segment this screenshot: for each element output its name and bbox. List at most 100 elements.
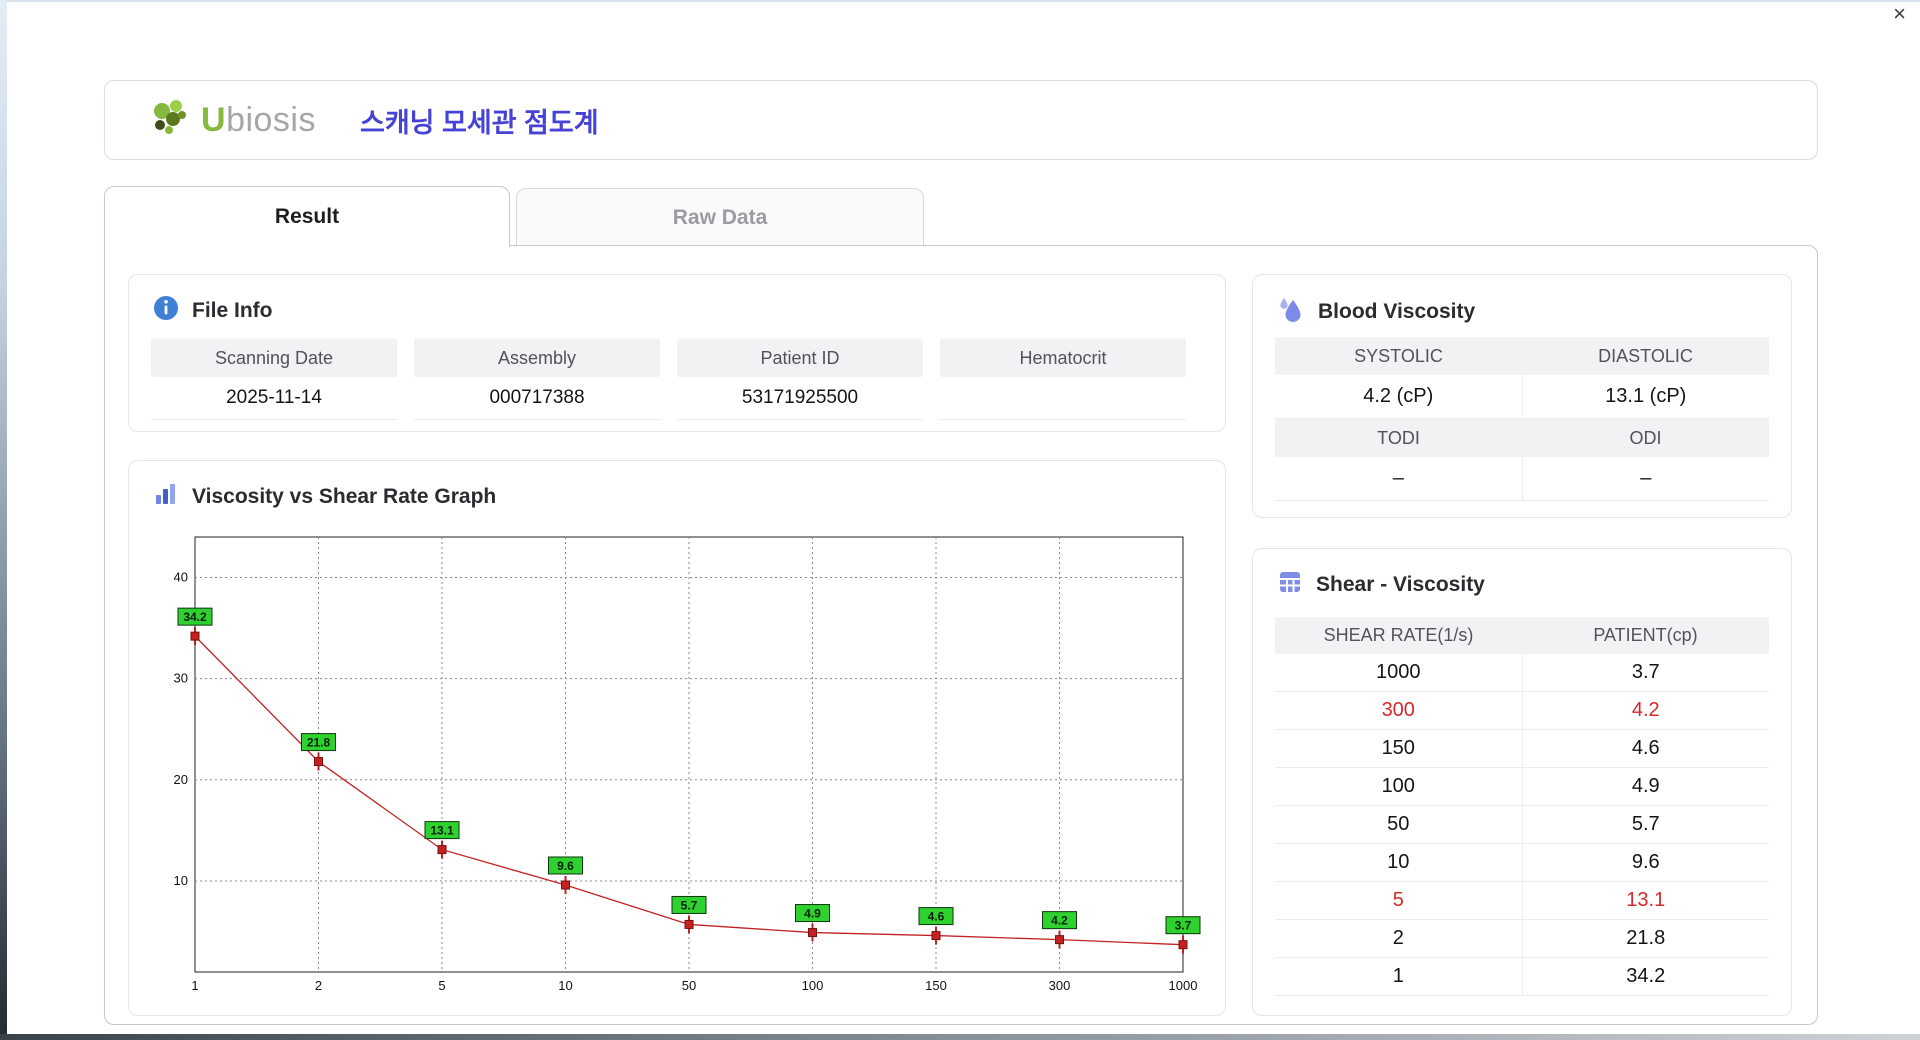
window-top-border [0, 0, 1920, 2]
svg-text:5: 5 [438, 978, 445, 993]
svg-text:300: 300 [1049, 978, 1071, 993]
viscosity-chart: 10 20 30 40 1 2 5 10 50 100 150 300 1000 34.2 21.8 13.1… [162, 517, 1212, 995]
table-row: 150 4.6 [1275, 730, 1769, 768]
svg-text:10: 10 [174, 873, 188, 888]
patient-value: 5.7 [1521, 806, 1770, 843]
logo-letters-biosis: biosis [226, 100, 316, 139]
shear-table: SHEAR RATE(1/s) PATIENT(cp) 1000 3.7 300 4.… [1275, 617, 1769, 996]
file-info-header: File Info [129, 275, 1225, 327]
svg-text:30: 30 [174, 671, 188, 686]
desktop-edge-left [0, 0, 7, 1040]
field-value: 2025-11-14 [151, 377, 397, 420]
file-info-field: Scanning Date 2025-11-14 [151, 339, 397, 420]
logo-letter-u: U [201, 100, 227, 139]
table-row: 2 21.8 [1275, 920, 1769, 958]
shear-viscosity-panel: Shear - Viscosity SHEAR RATE(1/s) PATIEN… [1252, 548, 1792, 1016]
ubiosis-logo-icon [149, 97, 195, 144]
svg-text:9.6: 9.6 [557, 859, 574, 873]
svg-text:40: 40 [174, 569, 188, 584]
shear-table-header: SHEAR RATE(1/s) PATIENT(cp) [1275, 617, 1769, 654]
table-row: 300 4.2 [1275, 692, 1769, 730]
blood-viscosity-header: Blood Viscosity [1253, 275, 1791, 329]
field-value: 53171925500 [677, 377, 923, 420]
file-info-panel: File Info Scanning Date 2025-11-14 Assembl… [128, 274, 1226, 432]
svg-text:13.1: 13.1 [430, 824, 454, 838]
shear-rate-value: 1 [1392, 965, 1404, 987]
svg-text:100: 100 [802, 978, 824, 993]
svg-text:34.2: 34.2 [183, 610, 207, 624]
patient-column-header: PATIENT(cp) [1593, 625, 1698, 645]
bv-label: DIASTOLIC [1522, 337, 1769, 375]
tab-result[interactable]: Result [104, 186, 510, 247]
tab-raw-data[interactable]: Raw Data [516, 188, 924, 247]
bv-label: ODI [1522, 419, 1769, 457]
bv-label: SYSTOLIC [1275, 337, 1522, 375]
svg-text:3.7: 3.7 [1175, 919, 1192, 933]
patient-value: 21.8 [1521, 920, 1770, 957]
graph-title: Viscosity vs Shear Rate Graph [192, 485, 497, 508]
bv-value-row: – – [1275, 457, 1769, 501]
bv-value: 13.1 (cP) [1521, 375, 1769, 419]
field-label: Assembly [414, 339, 660, 377]
shear-rate-value: 5 [1392, 889, 1404, 911]
shear-rate-value: 150 [1381, 737, 1415, 759]
bv-label-row: TODI ODI [1275, 419, 1769, 457]
svg-text:10: 10 [558, 978, 572, 993]
table-row: 100 4.9 [1275, 768, 1769, 806]
svg-text:21.8: 21.8 [307, 736, 331, 750]
blood-viscosity-table: SYSTOLIC DIASTOLIC 4.2 (cP) 13.1 (cP) TODI OD… [1275, 337, 1769, 501]
graph-header: Viscosity vs Shear Rate Graph [129, 461, 1225, 513]
file-info-field: Hematocrit [940, 339, 1186, 420]
field-label: Patient ID [677, 339, 923, 377]
graph-panel: Viscosity vs Shear Rate Graph 10 20 30 40 1 2… [128, 460, 1226, 1016]
droplet-icon [1277, 295, 1305, 329]
table-row: 50 5.7 [1275, 806, 1769, 844]
file-info-fields: Scanning Date 2025-11-14 Assembly 000717388… [151, 339, 1186, 420]
main-panel: File Info Scanning Date 2025-11-14 Assembl… [104, 245, 1818, 1025]
blood-viscosity-title: Blood Viscosity [1318, 300, 1476, 323]
app-title: 스캐닝 모세관 점도계 [360, 107, 599, 138]
patient-value: 3.7 [1521, 654, 1770, 691]
close-icon[interactable]: × [1893, 3, 1906, 25]
bv-value-row: 4.2 (cP) 13.1 (cP) [1275, 375, 1769, 419]
field-label: Hematocrit [940, 339, 1186, 377]
field-label: Scanning Date [151, 339, 397, 377]
table-row: 1000 3.7 [1275, 654, 1769, 692]
shear-viscosity-title: Shear - Viscosity [1316, 573, 1485, 596]
table-icon [1277, 569, 1303, 601]
svg-text:2: 2 [315, 978, 322, 993]
bar-chart-icon [153, 481, 179, 513]
header-card: Ubiosis 스캐닝 모세관 점도계 [104, 80, 1818, 160]
shear-rate-column-header: SHEAR RATE(1/s) [1323, 625, 1474, 645]
patient-value: 4.6 [1521, 730, 1770, 767]
application-window: × Ubiosis 스캐닝 모세관 점도계 Result Raw Data Fi… [0, 0, 1920, 1040]
shear-rate-value: 100 [1381, 775, 1415, 797]
svg-text:150: 150 [925, 978, 947, 993]
table-row: 1 34.2 [1275, 958, 1769, 996]
bv-label: TODI [1275, 419, 1522, 457]
field-value [940, 377, 1186, 420]
bv-value: – [1521, 457, 1769, 501]
logo-text: Ubiosis [201, 101, 316, 140]
svg-text:4.2: 4.2 [1051, 914, 1068, 928]
svg-text:4.9: 4.9 [804, 907, 821, 921]
bv-label-row: SYSTOLIC DIASTOLIC [1275, 337, 1769, 375]
svg-text:1000: 1000 [1169, 978, 1198, 993]
patient-value: 34.2 [1521, 958, 1770, 995]
shear-rate-value: 2 [1392, 927, 1404, 949]
patient-value: 9.6 [1521, 844, 1770, 881]
svg-text:20: 20 [174, 772, 188, 787]
patient-value: 4.2 [1521, 692, 1770, 729]
shear-viscosity-header: Shear - Viscosity [1253, 549, 1791, 601]
info-icon [153, 295, 179, 327]
file-info-title: File Info [192, 299, 273, 322]
file-info-field: Assembly 000717388 [414, 339, 660, 420]
shear-rate-value: 300 [1381, 699, 1415, 721]
shear-rate-value: 50 [1387, 813, 1410, 835]
shear-table-body: 1000 3.7 300 4.2 150 4.6 100 4.9 50 5.7 10 9.6 5 13.1… [1275, 654, 1769, 996]
shear-rate-value: 1000 [1376, 661, 1421, 683]
table-row: 10 9.6 [1275, 844, 1769, 882]
svg-text:5.7: 5.7 [681, 898, 698, 912]
ubiosis-logo: Ubiosis [149, 97, 316, 144]
patient-value: 13.1 [1521, 882, 1770, 919]
